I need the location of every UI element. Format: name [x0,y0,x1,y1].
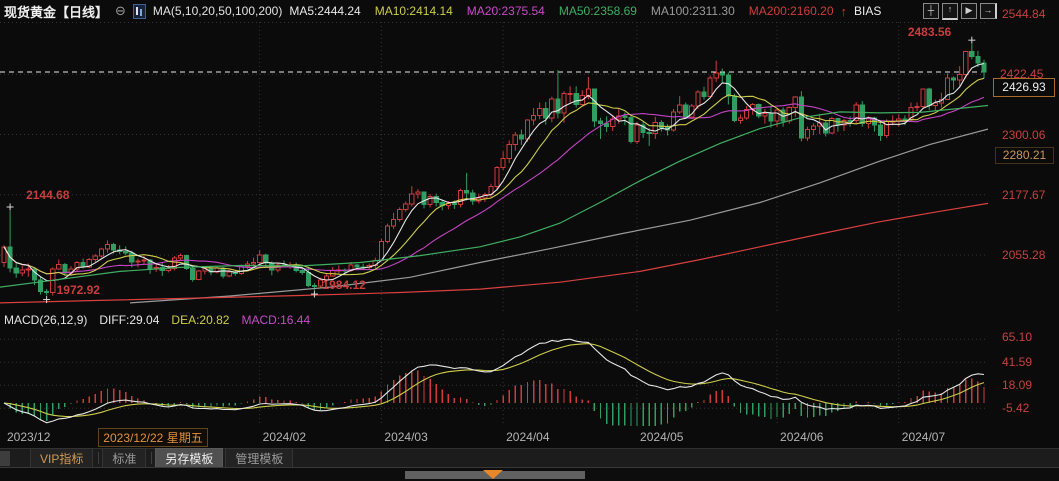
date-label: 2024/03 [384,430,427,444]
date-label: 2023/12 [7,430,50,444]
template-tab-bar: VIP指标 标准 另存模板 管理模板 [0,448,1059,467]
price-chart-panel[interactable]: 2144.68 1972.92 1984.12 2483.56 [0,22,988,312]
price-axis: 2422.45 2426.93 2280.21 2544.842300.0621… [988,0,1059,460]
date-label: 2024/05 [640,430,683,444]
tab-save-template[interactable]: 另存模板 [155,448,223,469]
date-label-selected: 2023/12/22 星期五 [98,428,207,447]
macd-dea-value: DEA:20.82 [171,313,229,328]
tab-separator [151,452,152,464]
macd-parameter-label: MACD(26,12,9) [4,313,87,328]
ma-legend: MA5:2444.24 MA10:2414.14 MA20:2375.54 MA50:… [289,4,833,18]
axis-price-label: -5.42 [1002,401,1029,415]
collapse-icon[interactable]: ⊖ [115,3,126,19]
ma-legend-value: MA100:2311.30 [651,4,735,18]
ma-legend-value: MA50:2358.69 [559,4,637,18]
axis-price-label: 2177.67 [1002,188,1045,202]
axis-price-label: 65.10 [1002,330,1032,344]
chart-scrollbar[interactable] [0,467,1059,481]
ma-legend-value: MA5:2444.24 [289,4,360,18]
axis-price-label: 18.09 [1002,378,1032,392]
symbol-title: 现货黄金【日线】 [4,2,108,21]
candlestick-style-icon[interactable] [133,4,146,19]
ma-legend-value: MA200:2160.20 [749,4,834,18]
macd-diff-value: DIFF:29.04 [99,313,159,328]
price-annotation: 1972.92 [57,283,100,297]
chart-header: 现货黄金【日线】 ⊖ MA(5,10,20,50,100,200) MA5:24… [0,0,1059,22]
macd-bar-value: MACD:16.44 [241,313,310,328]
bias-up-arrow-icon[interactable]: ↑ [841,4,848,19]
current-price-box: 2426.93 [993,78,1055,97]
bias-indicator-label[interactable]: BIAS [854,4,881,18]
axis-price-label: 2055.28 [1002,248,1045,262]
tab-separator [98,452,99,464]
date-axis: 2023/12 2023/12/22 星期五 2024/02 2024/03 2024/… [0,428,1059,446]
tab-bar-edge[interactable] [0,451,10,466]
tab-standard[interactable]: 标准 [102,448,146,469]
axis-price-label: 2300.06 [1002,128,1045,142]
axis-price-label: 41.59 [1002,355,1032,369]
price-annotation: 1984.12 [322,278,365,292]
price-annotation: 2144.68 [26,188,69,202]
price-annotation: 2483.56 [908,25,951,39]
ma-legend-value: MA10:2414.14 [375,4,453,18]
date-label: 2024/06 [780,430,823,444]
price-chart-canvas[interactable] [0,22,988,312]
macd-chart-canvas[interactable] [0,330,988,426]
macd-panel[interactable] [0,330,988,426]
tab-manage-template[interactable]: 管理模板 [225,448,293,469]
macd-header: MACD(26,12,9) DIFF:29.04 DEA:20.82 MACD:… [4,313,310,328]
scrollbar-handle-icon[interactable] [483,470,503,479]
date-label: 2024/04 [506,430,549,444]
tab-vip-indicators[interactable]: VIP指标 [30,448,93,469]
date-label: 2024/02 [263,430,306,444]
ma-legend-value: MA20:2375.54 [467,4,545,18]
ma-parameter-label: MA(5,10,20,50,100,200) [153,4,282,18]
secondary-price-box: 2280.21 [995,147,1054,164]
date-label: 2024/07 [902,430,945,444]
trading-app: { "header": { "title": "现货黄金【日线】", "coll… [0,0,1059,481]
